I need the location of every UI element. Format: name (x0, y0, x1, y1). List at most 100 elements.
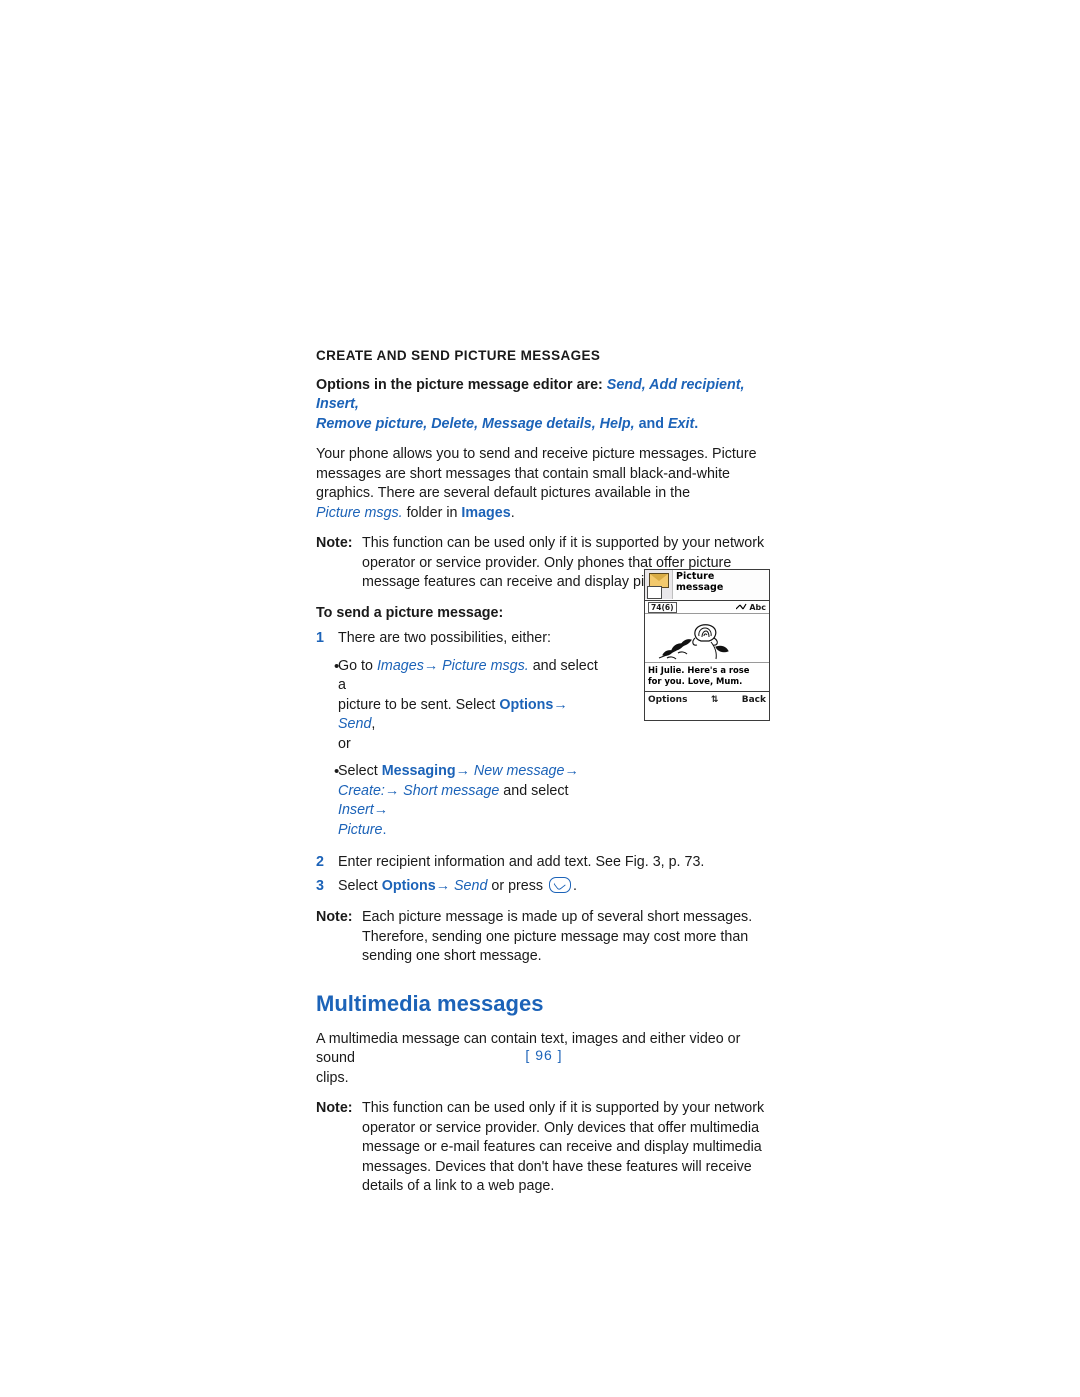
note2-line2: Therefore, sending one picture message m… (362, 928, 749, 945)
step-3: 3 Select Options→ Send or press . (316, 876, 772, 897)
note3-line2: operator or service provider. Only devic… (362, 1119, 760, 1136)
b1-picture-msgs: Picture msgs. (438, 657, 529, 674)
b1-arrow2: → (553, 696, 568, 713)
note3-line5: details of a link to a web page. (362, 1178, 555, 1195)
document-page: CREATE AND SEND PICTURE MESSAGES Options… (0, 0, 1080, 1397)
envelope-picture-icon (645, 570, 673, 599)
step-2-number: 2 (316, 854, 324, 871)
options-intro-and: and (634, 415, 668, 432)
b2-messaging: Messaging (381, 763, 456, 780)
b1-send: Send (338, 716, 372, 733)
s3-arrow: → (435, 877, 451, 894)
body-line2: messages are short messages that contain… (316, 465, 731, 482)
b2-new-message: New message (469, 763, 565, 780)
input-mode-label: Abc (749, 602, 766, 612)
note2-line3: sending one short message. (362, 948, 542, 965)
up-down-scroll-icon: ⇅ (710, 695, 719, 705)
step-1-number: 1 (316, 630, 324, 647)
body-line3: graphics. There are several default pict… (316, 485, 691, 502)
mm-intro-line2: clips. (316, 1069, 349, 1086)
options-intro-lead: Options in the picture message editor ar… (316, 376, 607, 393)
s3-or-press: or press (487, 877, 547, 894)
step-1-text: There are two possibilities, either: (338, 630, 551, 647)
note-block-3: Note: This function can be used only if … (316, 1099, 772, 1197)
phone-status-bar: 74(6) Abc (645, 601, 769, 614)
note3-line3: message or e-mail features can receive a… (362, 1139, 762, 1156)
note3-line4: messages. Devices that don't have these … (362, 1158, 752, 1175)
step-3-text: Select Options→ Send or press . (338, 876, 772, 897)
phone-message-text: Hi Julie. Here's a rose for you. Love, Mu… (645, 663, 769, 692)
b1-comma: , (371, 716, 376, 733)
page-number: [ 96 ] (525, 1047, 563, 1063)
b2-and-select: and select (499, 782, 569, 799)
b1-goto: Go to (338, 657, 377, 674)
options-intro-period: . (694, 415, 699, 432)
b1-arrow1: → (423, 657, 439, 674)
body-line1: Your phone allows you to send and receiv… (316, 446, 757, 463)
message-line-1: Hi Julie. Here's a rose (648, 665, 750, 675)
picture-rose-graphic (645, 614, 769, 663)
b2-insert: Insert (338, 802, 374, 819)
b2-arrow2: → (564, 763, 579, 780)
input-mode-indicator: Abc (736, 603, 766, 612)
note-label: Note: (316, 1100, 353, 1117)
note1-line1: This function can be used only if it is … (362, 535, 765, 552)
phone-title-line1: Picture (676, 571, 715, 582)
softkey-back[interactable]: Back (742, 695, 766, 705)
phone-title-line2: message (676, 582, 724, 593)
options-intro-paragraph: Options in the picture message editor ar… (316, 376, 772, 435)
s3-options: Options (381, 877, 436, 894)
bullet-2: • Select Messaging→ New message→ Create:→… (316, 762, 606, 840)
note-label: Note: (316, 909, 353, 926)
b2-picture: Picture (338, 821, 383, 838)
signal-icon (736, 603, 747, 610)
b2-select: Select (338, 763, 382, 780)
step-1: 1 There are two possibilities, either: (316, 629, 606, 649)
b1-options: Options (499, 696, 554, 713)
s3-send: Send (450, 877, 488, 894)
note2-line1: Each picture message is made up of sever… (362, 909, 753, 926)
call-key-icon (549, 876, 571, 893)
step-3-number: 3 (316, 877, 324, 894)
bullet-1-text: Go to Images→ Picture msgs. and select a… (338, 657, 606, 755)
note-text: This function can be used only if it is … (362, 1099, 772, 1197)
b2-arrow1: → (455, 763, 470, 780)
b2-create: Create: (338, 782, 385, 799)
step-2: 2 Enter recipient information and add te… (316, 853, 772, 873)
bullet-dot-icon: • (334, 657, 340, 675)
note3-line1: This function can be used only if it is … (362, 1100, 765, 1117)
phone-screenshot-figure: Picture message 74(6) Abc Hi Julie. Here… (644, 569, 770, 721)
s3-select: Select (338, 877, 382, 894)
char-count-suffix: (6) (661, 602, 674, 612)
bullet-dot-icon: • (334, 763, 340, 781)
phone-title-text: Picture message (673, 570, 769, 593)
note-block-2: Note: Each picture message is made up of… (316, 908, 772, 967)
message-line-2: for you. Love, Mum. (648, 675, 743, 686)
body-line4-folder-in: folder in (402, 504, 462, 521)
note-text: Each picture message is made up of sever… (362, 908, 772, 967)
page-content: CREATE AND SEND PICTURE MESSAGES Options… (316, 347, 772, 1208)
bullet-2-text: Select Messaging→ New message→ Create:→ S… (338, 762, 606, 840)
b1-images: Images (376, 657, 424, 674)
body-line4-images: Images (461, 504, 511, 521)
body-line4-picture-msgs: Picture msgs. (316, 504, 403, 521)
b2-period: . (382, 821, 387, 838)
step-2-text: Enter recipient information and add text… (338, 854, 705, 871)
b2-arrow4: → (373, 802, 389, 819)
b1-or: or (338, 735, 351, 752)
b2-arrow3: → (384, 782, 400, 799)
b1-line2a: picture to be sent. Select (338, 696, 500, 713)
char-count: 74 (651, 602, 662, 612)
s3-period: . (573, 877, 577, 894)
body-paragraph: Your phone allows you to send and receiv… (316, 445, 772, 523)
section-title-multimedia: Multimedia messages (316, 990, 544, 1016)
bullet-1: • Go to Images→ Picture msgs. and select… (316, 657, 606, 755)
options-intro-items-line2a: Remove picture, Delete, Message details,… (316, 415, 635, 432)
phone-softkey-bar: Options ⇅ Back (645, 692, 769, 708)
body-line4-period: . (510, 504, 515, 521)
phone-title-bar: Picture message (645, 570, 769, 601)
softkey-options[interactable]: Options (648, 695, 687, 705)
b2-short-message: Short message (399, 782, 500, 799)
section-heading: CREATE AND SEND PICTURE MESSAGES (316, 348, 601, 363)
options-intro-items-line2b: Exit (668, 415, 695, 432)
